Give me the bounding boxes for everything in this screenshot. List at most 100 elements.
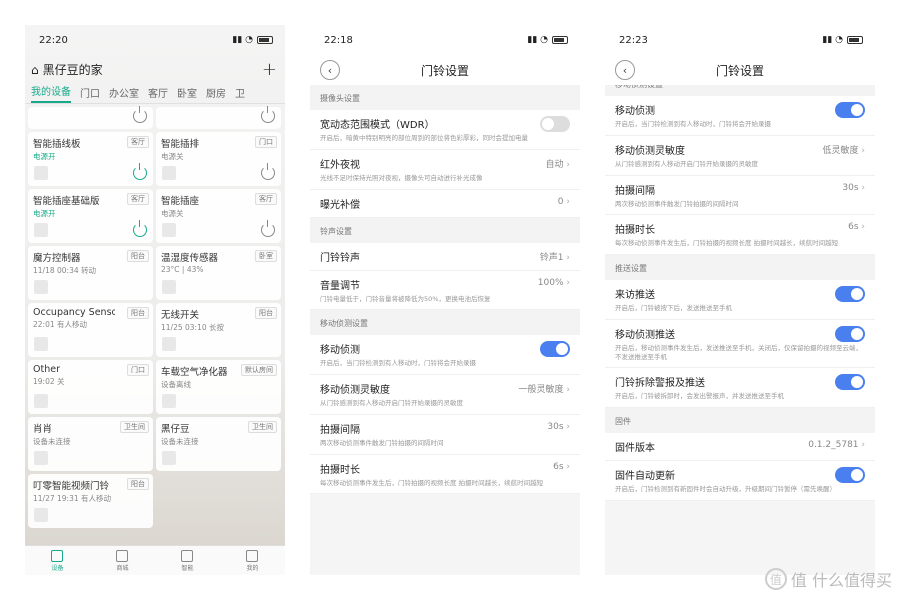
setting-label: 拍摄间隔: [320, 424, 360, 436]
device-card[interactable]: 温湿度传感器 23°C | 43% 卧室: [156, 246, 281, 300]
nav-smart[interactable]: 智能: [181, 549, 194, 572]
power-icon[interactable]: [261, 220, 275, 237]
status-bar: 22:18 ▮▮ ◔: [310, 25, 580, 55]
nav-store[interactable]: 商城: [116, 549, 129, 572]
back-button[interactable]: ‹: [615, 60, 635, 80]
device-room-badge: 阳台: [127, 307, 149, 319]
device-icon: [34, 451, 48, 465]
device-room-badge: 阳台: [127, 478, 149, 490]
setting-toggle[interactable]: [835, 467, 865, 484]
device-card[interactable]: 黑仔豆 设备未连接 卫生间: [156, 417, 281, 471]
setting-value[interactable]: 低灵敏度: [823, 143, 865, 156]
setting-row[interactable]: 固件自动更新 开启后，门铃检测到有新固件时会自动升级，升级期间门铃暂停（需先唤醒）: [605, 461, 875, 501]
setting-value[interactable]: 100%: [538, 278, 570, 288]
device-name: 智能插座: [161, 196, 200, 207]
setting-value[interactable]: 0: [558, 197, 570, 207]
tab-kitchen[interactable]: 厨房: [206, 85, 226, 103]
nav-devices[interactable]: 设备: [51, 549, 64, 572]
setting-label: 固件自动更新: [615, 471, 675, 483]
setting-label: 宽动态范围模式（WDR）: [320, 120, 435, 131]
device-card[interactable]: Other 19:02 关 门口: [28, 360, 153, 414]
setting-row[interactable]: 拍摄间隔 30s 两次移动侦测事件触发门铃拍摄的间隔时间: [310, 414, 580, 455]
back-button[interactable]: ‹: [320, 60, 340, 80]
setting-toggle[interactable]: [835, 102, 865, 118]
device-icon: [34, 223, 48, 237]
setting-row[interactable]: 拍摄时长 6s 每次移动侦测事件发生后，门铃拍摄的视频长度 拍摄时间越长，续航时间越…: [310, 454, 580, 495]
setting-label: 门铃拆除警报及推送: [615, 378, 705, 390]
setting-row[interactable]: 移动侦测 开启后，当门铃检测到有人移动时，门铃将会开始录摄: [605, 96, 875, 136]
setting-value[interactable]: 6s: [848, 222, 865, 232]
device-icon: [34, 280, 48, 294]
setting-value[interactable]: 30s: [547, 422, 570, 432]
power-icon[interactable]: [133, 163, 147, 180]
device-card[interactable]: 车载空气净化器 设备离线 默认房间: [156, 360, 281, 414]
setting-toggle[interactable]: [540, 116, 570, 132]
setting-row[interactable]: 来访推送 开启后，门铃被按下后，发送推送至手机: [605, 280, 875, 320]
setting-row[interactable]: 移动侦测 开启后，当门铃检测到有人移动时，门铃将会开始录摄: [310, 335, 580, 376]
tab-doorway[interactable]: 门口: [80, 85, 100, 103]
setting-description: 两次移动侦测事件触发门铃拍摄的间隔时间: [320, 438, 444, 447]
setting-row[interactable]: 拍摄时长 6s 每次移动侦测事件发生后，门铃拍摄的视频长度 拍摄时间越长，续航时间越…: [605, 215, 875, 256]
setting-description: 两次移动侦测事件触发门铃拍摄的间隔时间: [615, 199, 739, 208]
power-icon[interactable]: [133, 106, 147, 123]
setting-row[interactable]: 固件版本 0.1.2_5781: [605, 433, 875, 462]
setting-value[interactable]: 铃声1: [540, 250, 570, 263]
setting-row[interactable]: 移动侦测灵敏度一般灵敏度从门铃感测到有人移动开启门铃开始录摄的灵敏度: [310, 375, 580, 415]
setting-toggle[interactable]: [835, 374, 865, 391]
watermark: 值 值 什么值得买: [764, 567, 892, 591]
tab-bathroom[interactable]: 卫: [235, 85, 245, 103]
setting-value[interactable]: 0.1.2_5781: [808, 440, 865, 450]
power-icon[interactable]: [261, 163, 275, 180]
setting-row[interactable]: 音量调节 100% 门铃电量低于，门铃音量将被降低为50%，更换电池后恢复: [310, 270, 580, 311]
status-time: 22:23: [619, 34, 648, 46]
setting-toggle[interactable]: [835, 325, 865, 342]
setting-row[interactable]: 移动侦测推送 开启后，移动侦测事件发生后，发送推送至手机，关闭后，仅保留拍摄的视频…: [605, 319, 875, 369]
device-card[interactable]: 叮零智能视频门铃 11/27 19:31 有人移动 阳台: [28, 474, 153, 528]
power-icon[interactable]: [133, 220, 147, 237]
device-card[interactable]: 智能插座基础版 电源开 客厅: [28, 189, 153, 243]
setting-value[interactable]: 自动: [546, 157, 570, 170]
setting-row[interactable]: 移动侦测灵敏度低灵敏度从门铃感测到有人移动开启门铃开始录摄的灵敏度: [605, 135, 875, 176]
tab-living-room[interactable]: 客厅: [148, 85, 168, 103]
setting-row[interactable]: 宽动态范围模式（WDR） 开启后，暗黄中特别明亮的部位周到的部位将色彩厚彩，同时会…: [310, 110, 580, 150]
setting-description: 开启后，当门铃检测到有人移动时，门铃将会开始录摄: [320, 359, 476, 368]
setting-label: 曝光补偿: [320, 199, 360, 211]
device-card[interactable]: [156, 106, 281, 129]
setting-row[interactable]: 拍摄间隔 30s 两次移动侦测事件触发门铃拍摄的间隔时间: [605, 175, 875, 216]
setting-value[interactable]: 30s: [842, 183, 865, 193]
device-status: 电源关: [161, 152, 184, 161]
device-name: Other: [33, 364, 60, 375]
power-icon[interactable]: [261, 106, 275, 123]
add-device-button[interactable]: +: [262, 59, 277, 80]
device-room-badge: 门口: [255, 136, 277, 148]
setting-value[interactable]: 6s: [553, 462, 570, 472]
setting-toggle[interactable]: [835, 286, 865, 303]
device-card[interactable]: 智能插座 电源关 客厅: [156, 189, 281, 243]
bag-icon: [116, 549, 129, 562]
setting-toggle[interactable]: [540, 341, 570, 358]
setting-description: 开启后，当门铃检测到有人移动时，门铃将会开始录摄: [615, 120, 771, 128]
device-status: 电源关: [161, 209, 184, 218]
section-header: 固件: [605, 408, 875, 434]
home-header: ⌂ 黑仔豆的家 +: [25, 55, 285, 84]
smart-icon: [181, 549, 194, 562]
device-card[interactable]: 智能插排 电源关 门口: [156, 132, 281, 186]
setting-row[interactable]: 门铃铃声 铃声1: [310, 242, 580, 271]
setting-row[interactable]: 红外夜视 自动光线不足时保持光照对夜视，摄像头可自动进行补光成像: [310, 149, 580, 190]
setting-value[interactable]: 一般灵敏度: [519, 382, 570, 395]
status-time: 22:20: [39, 34, 68, 46]
device-card[interactable]: 魔方控制器 11/18 00:34 转动 阳台: [28, 246, 153, 300]
device-card[interactable]: Occupancy Sensor 22:01 有人移动 阳台: [28, 303, 153, 357]
device-card[interactable]: [28, 106, 153, 129]
setting-row[interactable]: 曝光补偿 0: [310, 189, 580, 218]
device-card[interactable]: 智能插线板 电源开 客厅: [28, 132, 153, 186]
tab-office[interactable]: 办公室: [109, 85, 139, 103]
setting-description: 开启后，门铃被拆卸时，会发出警报声，并发送推送至手机: [615, 392, 784, 401]
nav-profile[interactable]: 我的: [246, 549, 259, 572]
home-title[interactable]: 黑仔豆的家: [43, 61, 103, 78]
device-card[interactable]: 肖肖 设备未连接 卫生间: [28, 417, 153, 471]
tab-bedroom[interactable]: 卧室: [177, 85, 197, 103]
tab-my-devices[interactable]: 我的设备: [31, 84, 71, 103]
setting-row[interactable]: 门铃拆除警报及推送开启后，门铃被拆卸时，会发出警报声，并发送推送至手机: [605, 368, 875, 409]
device-card[interactable]: 无线开关 11/25 03:10 长按 阳台: [156, 303, 281, 357]
